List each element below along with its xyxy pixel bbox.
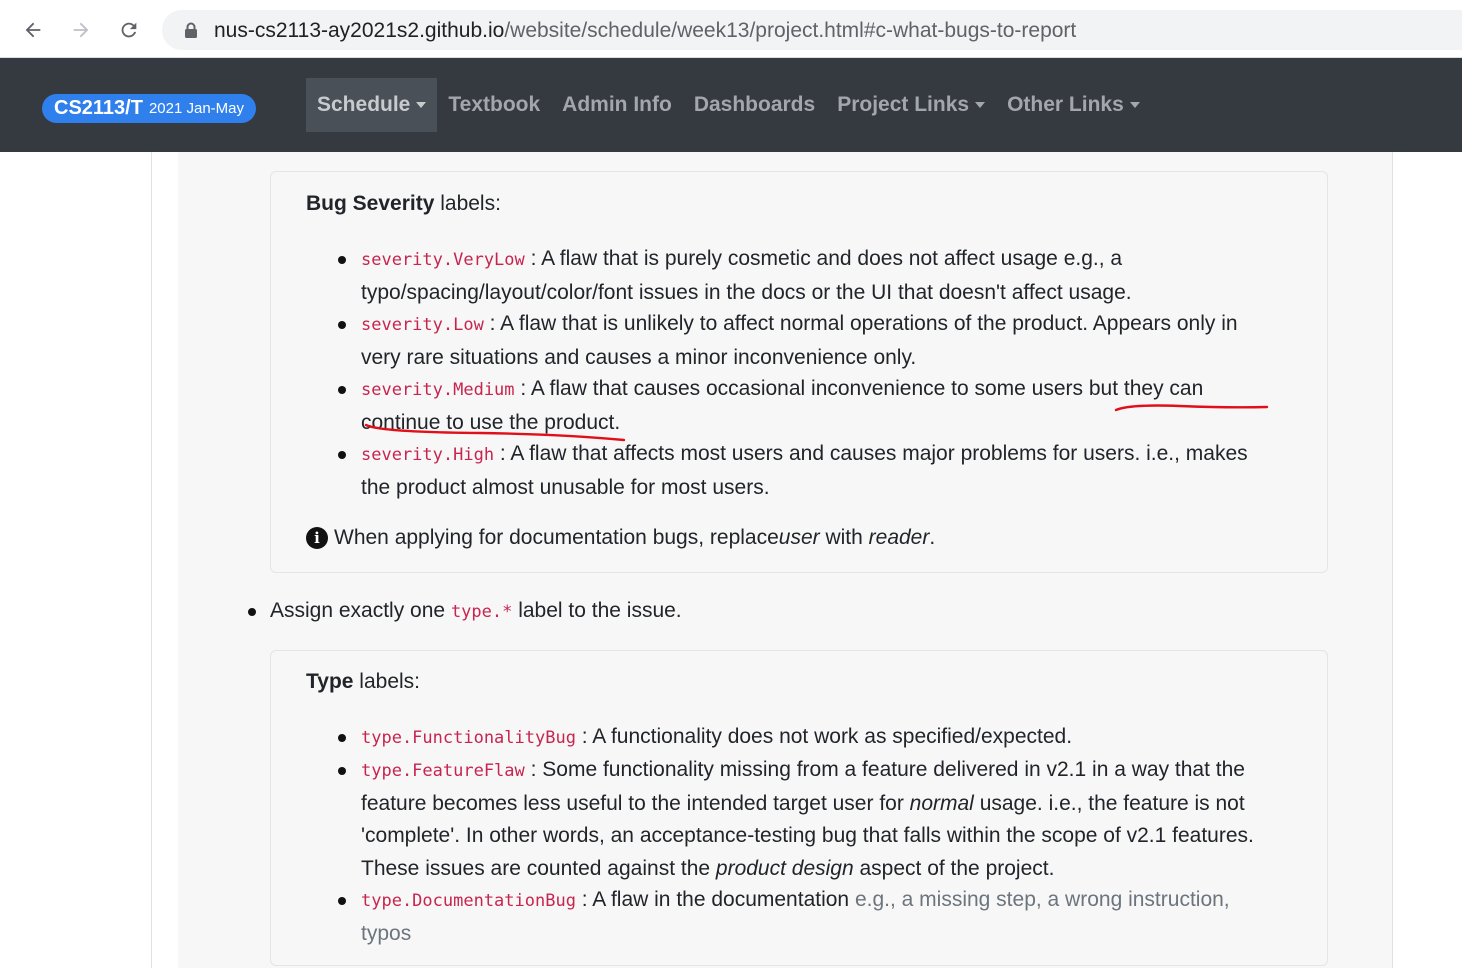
lock-icon — [185, 22, 197, 38]
back-arrow-icon[interactable] — [17, 14, 49, 46]
nav-admin-info[interactable]: Admin Info — [551, 78, 683, 132]
address-bar[interactable]: nus-cs2113-ay2021s2.github.io/website/sc… — [162, 10, 1462, 50]
bullet — [248, 608, 256, 616]
bullet — [338, 386, 346, 394]
bullet — [338, 451, 346, 459]
nav-textbook[interactable]: Textbook — [437, 78, 551, 132]
bullet — [338, 321, 346, 329]
nav-schedule[interactable]: Schedule — [306, 78, 438, 132]
type-item-functionality-bug: type.FunctionalityBug : A functionality … — [361, 725, 1073, 748]
type-panel-title: Type labels: — [306, 670, 421, 693]
bullet — [338, 256, 346, 264]
nav-dashboards[interactable]: Dashboards — [683, 78, 826, 132]
type-item-feature-flaw: type.FeatureFlaw : Some functionality mi… — [361, 758, 1254, 880]
severity-panel-title: Bug Severity labels: — [306, 192, 501, 215]
bullet — [338, 734, 346, 742]
severity-item-verylow: severity.VeryLow : A flaw that is purely… — [361, 247, 1132, 304]
caret-down-icon — [975, 102, 986, 108]
bullet — [338, 767, 346, 775]
url-text[interactable]: nus-cs2113-ay2021s2.github.io/website/sc… — [214, 19, 1076, 43]
browser-toolbar: nus-cs2113-ay2021s2.github.io/website/sc… — [0, 0, 1462, 58]
severity-item-high: severity.High : A flaw that affects most… — [361, 442, 1248, 499]
info-circle-icon: i — [306, 527, 328, 549]
brand-badge[interactable]: CS2113/T 2021 Jan-May — [42, 94, 257, 123]
reload-icon[interactable] — [113, 14, 145, 46]
nav-other-links[interactable]: Other Links — [996, 78, 1151, 132]
type-item-documentation-bug: type.DocumentationBug : A flaw in the do… — [361, 888, 1230, 945]
caret-down-icon — [1129, 102, 1140, 108]
assign-type-item: Assign exactly one type.* label to the i… — [270, 599, 682, 622]
severity-item-low: severity.Low : A flaw that is unlikely t… — [361, 312, 1238, 369]
caret-down-icon — [416, 102, 427, 108]
bullet — [338, 897, 346, 905]
nav-project-links[interactable]: Project Links — [826, 78, 996, 132]
site-navbar: CS2113/T 2021 Jan-May Schedule Textbook A… — [0, 58, 1462, 152]
severity-note: i When applying for documentation bugs, … — [306, 526, 935, 550]
nav-links: Schedule Textbook Admin Info Dashboards … — [306, 78, 1151, 132]
forward-arrow-icon[interactable] — [65, 14, 97, 46]
severity-item-medium: severity.Medium : A flaw that causes occ… — [361, 377, 1204, 434]
